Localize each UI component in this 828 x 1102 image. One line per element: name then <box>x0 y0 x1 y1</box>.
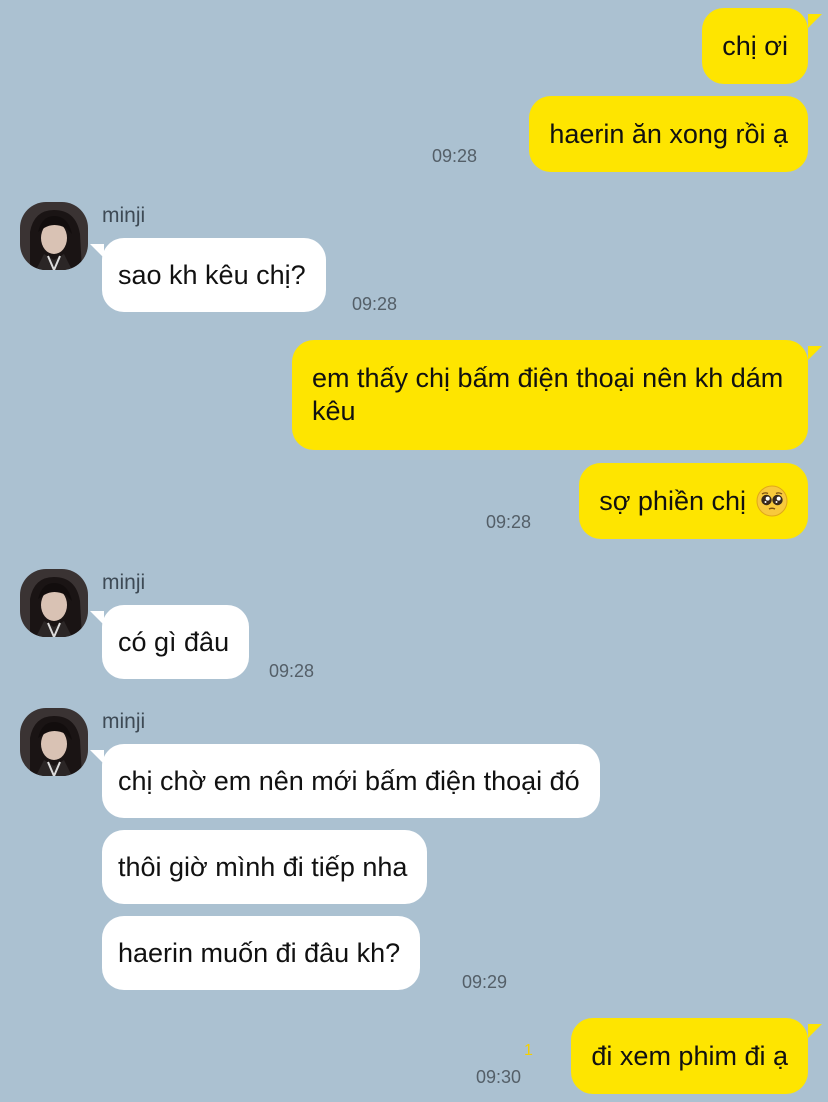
bubble-tail <box>808 346 822 360</box>
avatar[interactable] <box>20 569 88 637</box>
unread-count: 1 <box>524 1042 533 1059</box>
message-text: có gì đâu <box>118 626 230 657</box>
outgoing-message[interactable]: sợ phiền chị <box>579 463 808 539</box>
incoming-message[interactable]: haerin muốn đi đâu kh? <box>102 916 421 990</box>
avatar[interactable] <box>20 202 88 270</box>
avatar-photo-icon <box>20 708 88 776</box>
outgoing-message[interactable]: chị ơi <box>702 8 808 84</box>
bubble-tail <box>808 14 822 28</box>
incoming-message[interactable]: chị chờ em nên mới bấm điện thoại đó <box>102 744 600 818</box>
message-text: chị chờ em nên mới bấm điện thoại đó <box>118 765 580 796</box>
incoming-message[interactable]: thôi giờ mình đi tiếp nha <box>102 830 428 904</box>
message-timestamp: 09:28 <box>486 512 532 532</box>
pleading-face-icon <box>756 485 788 517</box>
message-text: đi xem phim đi ạ <box>591 1040 788 1071</box>
bubble-tail <box>90 611 104 625</box>
chat-view: chị ơi haerin ăn xong rồi ạ 09:28 minji … <box>0 0 828 1102</box>
sender-name: minji <box>102 204 146 227</box>
message-timestamp: 09:28 <box>432 146 478 166</box>
message-text: sao kh kêu chị? <box>118 259 306 290</box>
message-timestamp: 09:29 <box>462 972 508 992</box>
outgoing-message[interactable]: đi xem phim đi ạ <box>571 1018 808 1094</box>
outgoing-message[interactable]: em thấy chị bấm điện thoại nên kh dám kê… <box>292 340 808 450</box>
avatar-photo-icon <box>20 569 88 637</box>
message-text: haerin muốn đi đâu kh? <box>118 937 401 968</box>
avatar-photo-icon <box>20 202 88 270</box>
message-text: thôi giờ mình đi tiếp nha <box>118 851 408 882</box>
incoming-message[interactable]: sao kh kêu chị? <box>102 238 326 312</box>
message-timestamp: 09:28 <box>352 294 398 314</box>
bubble-tail <box>808 1024 822 1038</box>
bubble-tail <box>90 750 104 764</box>
incoming-message[interactable]: có gì đâu <box>102 605 250 679</box>
message-text: chị ơi <box>722 30 788 61</box>
message-text: em thấy chị bấm điện thoại nên kh dám kê… <box>312 363 784 426</box>
outgoing-message[interactable]: haerin ăn xong rồi ạ <box>529 96 808 172</box>
sender-name: minji <box>102 710 146 733</box>
message-text: haerin ăn xong rồi ạ <box>549 118 788 149</box>
message-text: sợ phiền chị <box>599 485 746 516</box>
bubble-tail <box>90 244 104 258</box>
message-timestamp: 09:30 <box>476 1067 522 1087</box>
avatar[interactable] <box>20 708 88 776</box>
message-timestamp: 09:28 <box>269 661 315 681</box>
sender-name: minji <box>102 571 146 594</box>
